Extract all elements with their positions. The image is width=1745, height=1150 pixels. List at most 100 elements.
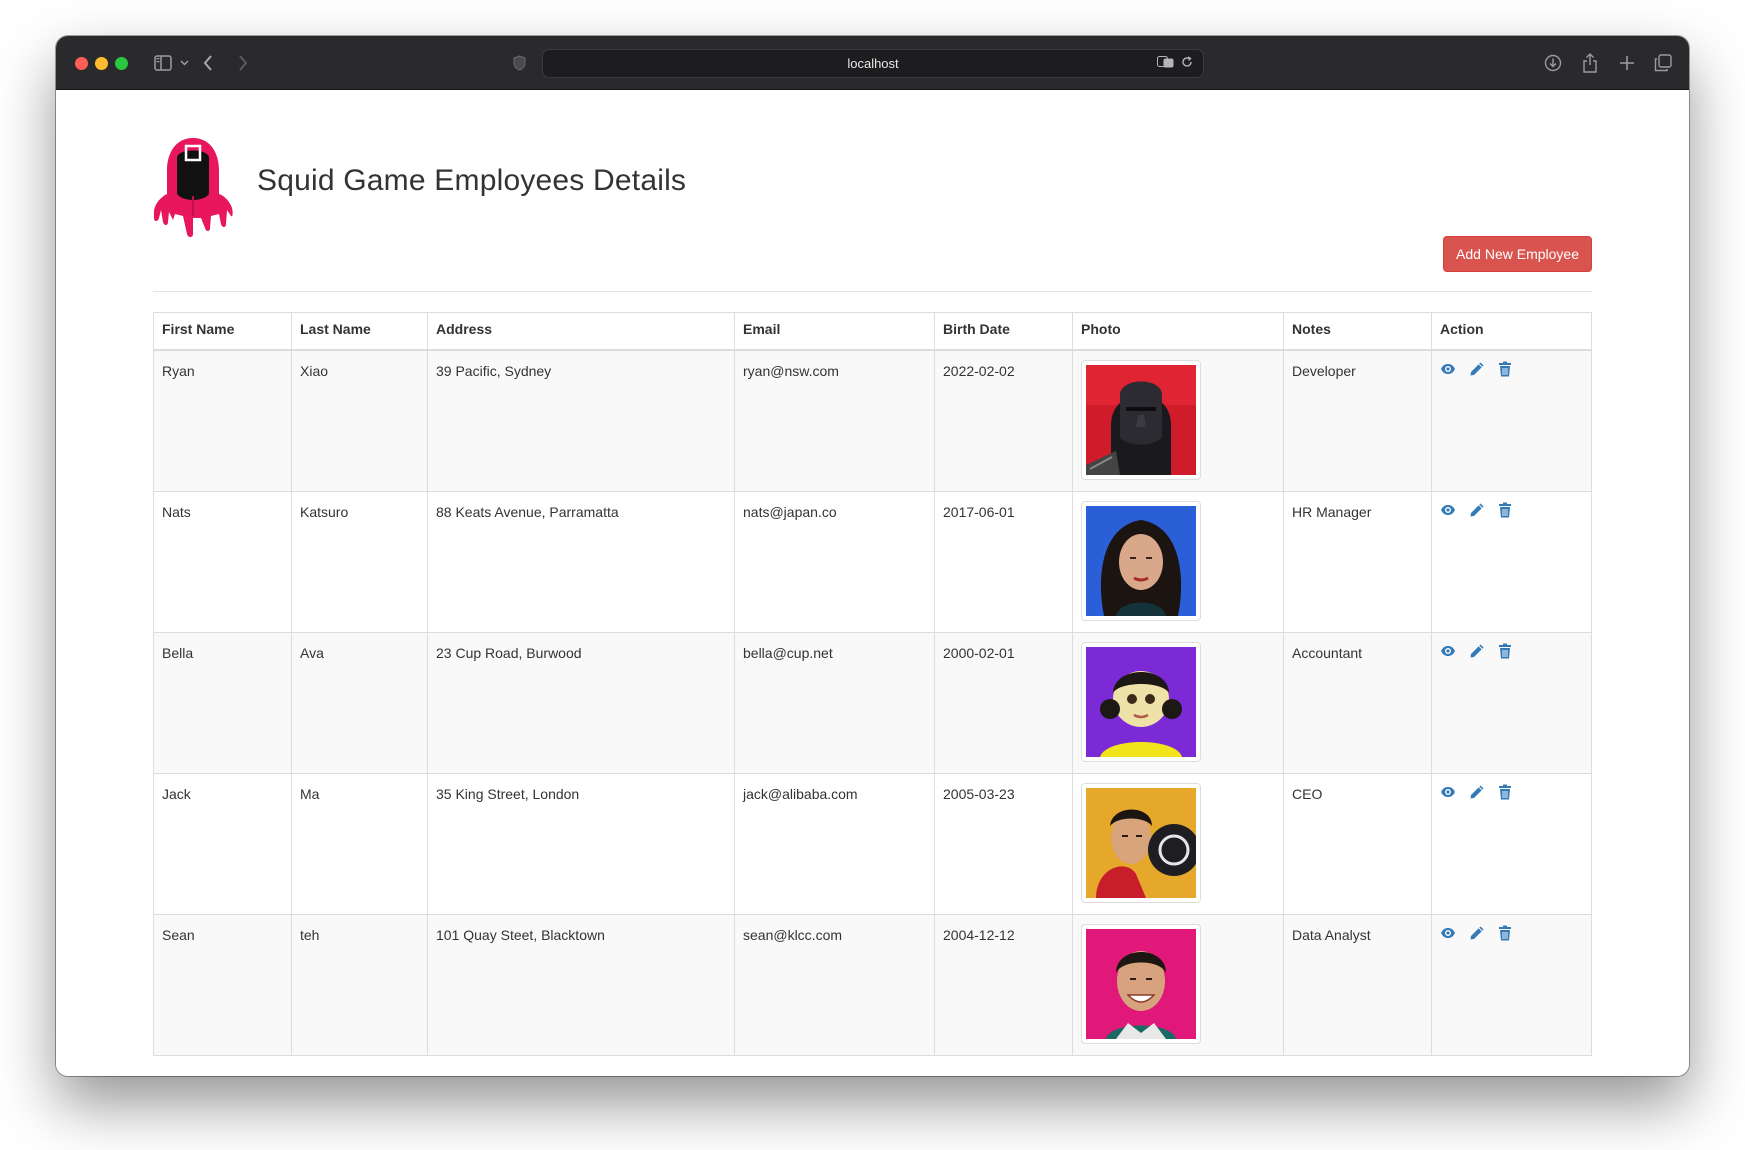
tab-overview-icon[interactable]: [1653, 52, 1673, 74]
table-row: Sean teh 101 Quay Steet, Blacktown sean@…: [153, 913, 1592, 1056]
cell-notes: CEO: [1283, 772, 1432, 915]
eye-icon[interactable]: [1440, 925, 1456, 941]
back-arrow-icon[interactable]: [199, 52, 217, 74]
cell-action: [1431, 631, 1592, 774]
employees-table: First Name Last Name Address Email Birth…: [153, 312, 1592, 1056]
birth-date-text: 2022-02-02: [943, 362, 1015, 379]
pencil-icon[interactable]: [1469, 925, 1485, 941]
cell-last-name: Xiao: [291, 349, 428, 492]
last-name-text: teh: [300, 926, 320, 943]
notes-text: Developer: [1292, 362, 1356, 379]
eye-icon[interactable]: [1440, 784, 1456, 800]
trash-icon[interactable]: [1498, 361, 1514, 377]
pencil-icon[interactable]: [1469, 784, 1485, 800]
cell-first-name: Jack: [153, 772, 292, 915]
first-name-text: Nats: [162, 503, 191, 520]
forward-arrow-icon[interactable]: [234, 52, 252, 74]
browser-window: localhost Squid Game Employees Details A…: [56, 36, 1689, 1076]
cell-notes: Accountant: [1283, 631, 1432, 774]
column-header-address: Address: [427, 312, 735, 351]
man-with-guard-photo: [1081, 782, 1201, 903]
address-text: 35 King Street, London: [436, 785, 580, 802]
cell-first-name: Sean: [153, 913, 292, 1056]
eye-icon[interactable]: [1440, 502, 1456, 518]
new-tab-plus-icon[interactable]: [1617, 52, 1637, 74]
address-text: 101 Quay Steet, Blacktown: [436, 926, 605, 943]
address-bar[interactable]: localhost: [542, 49, 1204, 78]
eye-icon[interactable]: [1440, 643, 1456, 659]
cell-email: jack@alibaba.com: [734, 772, 935, 915]
cell-email: bella@cup.net: [734, 631, 935, 774]
cell-birth-date: 2004-12-12: [934, 913, 1073, 1056]
cell-photo: [1072, 349, 1284, 492]
last-name-text: Xiao: [300, 362, 329, 379]
cell-birth-date: 2005-03-23: [934, 772, 1073, 915]
sidebar-toggle-icon[interactable]: [152, 52, 174, 74]
cell-address: 23 Cup Road, Burwood: [427, 631, 735, 774]
doll-photo: [1081, 641, 1201, 762]
column-header-email: Email: [734, 312, 935, 351]
last-name-text: Ava: [300, 644, 324, 661]
woman-portrait-photo: [1081, 500, 1201, 621]
cell-address: 39 Pacific, Sydney: [427, 349, 735, 492]
first-name-text: Jack: [162, 785, 191, 802]
first-name-text: Sean: [162, 926, 195, 943]
translate-icon[interactable]: [1157, 56, 1175, 68]
pencil-icon[interactable]: [1469, 643, 1485, 659]
cell-birth-date: 2017-06-01: [934, 490, 1073, 633]
cell-notes: Data Analyst: [1283, 913, 1432, 1056]
cell-photo: [1072, 631, 1284, 774]
download-icon[interactable]: [1543, 52, 1563, 74]
header-divider: [153, 291, 1592, 292]
cell-address: 35 King Street, London: [427, 772, 735, 915]
reload-icon[interactable]: [1181, 56, 1193, 68]
page-header: Squid Game Employees Details Add New Emp…: [153, 136, 1592, 272]
browser-titlebar: localhost: [56, 36, 1689, 90]
first-name-text: Ryan: [162, 362, 195, 379]
notes-text: Data Analyst: [1292, 926, 1371, 943]
cell-email: sean@klcc.com: [734, 913, 935, 1056]
cell-photo: [1072, 913, 1284, 1056]
cell-action: [1431, 772, 1592, 915]
close-window-button[interactable]: [75, 57, 88, 70]
cell-notes: Developer: [1283, 349, 1432, 492]
shield-icon[interactable]: [510, 52, 528, 74]
table-row: Nats Katsuro 88 Keats Avenue, Parramatta…: [153, 490, 1592, 633]
chevron-down-icon[interactable]: [178, 52, 190, 74]
share-icon[interactable]: [1580, 52, 1600, 74]
table-row: Jack Ma 35 King Street, London jack@alib…: [153, 772, 1592, 915]
email-text: ryan@nsw.com: [743, 362, 839, 379]
email-text: sean@klcc.com: [743, 926, 843, 943]
birth-date-text: 2017-06-01: [943, 503, 1015, 520]
address-text: 23 Cup Road, Burwood: [436, 644, 582, 661]
zoom-window-button[interactable]: [115, 57, 128, 70]
cell-birth-date: 2000-02-01: [934, 631, 1073, 774]
cell-last-name: Ma: [291, 772, 428, 915]
squid-game-guard-logo: [153, 136, 233, 238]
pencil-icon[interactable]: [1469, 502, 1485, 518]
cell-action: [1431, 349, 1592, 492]
page-title: Squid Game Employees Details: [257, 164, 687, 197]
table-header-row: First Name Last Name Address Email Birth…: [153, 312, 1592, 351]
trash-icon[interactable]: [1498, 784, 1514, 800]
cell-first-name: Nats: [153, 490, 292, 633]
notes-text: Accountant: [1292, 644, 1363, 661]
birth-date-text: 2004-12-12: [943, 926, 1015, 943]
table-row: Bella Ava 23 Cup Road, Burwood bella@cup…: [153, 631, 1592, 774]
notes-text: CEO: [1292, 785, 1323, 802]
minimize-window-button[interactable]: [95, 57, 108, 70]
birth-date-text: 2005-03-23: [943, 785, 1015, 802]
cell-action: [1431, 490, 1592, 633]
pencil-icon[interactable]: [1469, 361, 1485, 377]
trash-icon[interactable]: [1498, 643, 1514, 659]
add-new-employee-button[interactable]: Add New Employee: [1443, 236, 1592, 272]
address-text: 39 Pacific, Sydney: [436, 362, 552, 379]
cell-photo: [1072, 490, 1284, 633]
trash-icon[interactable]: [1498, 502, 1514, 518]
page-content: Squid Game Employees Details Add New Emp…: [56, 91, 1689, 1076]
cell-last-name: Ava: [291, 631, 428, 774]
eye-icon[interactable]: [1440, 361, 1456, 377]
first-name-text: Bella: [162, 644, 194, 661]
cell-last-name: Katsuro: [291, 490, 428, 633]
trash-icon[interactable]: [1498, 925, 1514, 941]
